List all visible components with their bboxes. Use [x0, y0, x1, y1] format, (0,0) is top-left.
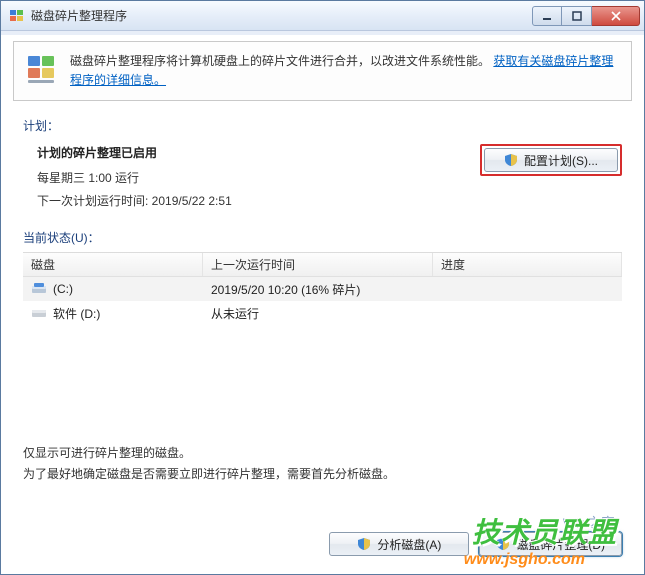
banner-description: 磁盘碎片整理程序将计算机硬盘上的碎片文件进行合并，以改进文件系统性能。 — [70, 54, 490, 68]
info-banner: 磁盘碎片整理程序将计算机硬盘上的碎片文件进行合并，以改进文件系统性能。 获取有关… — [13, 41, 632, 101]
footer-buttons: 分析磁盘(A) 磁盘碎片整理(D) — [1, 522, 644, 574]
window-frame: 磁盘碎片整理程序 磁盘碎片整理程序将计算机硬盘上的碎片文件进 — [0, 0, 645, 575]
defragment-disk-button[interactable]: 磁盘碎片整理(D) — [479, 532, 622, 556]
titlebar-shadow — [1, 31, 644, 35]
shield-icon — [357, 537, 371, 551]
table-row[interactable]: (C:) 2019/5/20 10:20 (16% 碎片) — [23, 277, 622, 301]
cell-lastrun: 从未运行 — [203, 305, 433, 322]
cell-disk-label: 软件 (D:) — [53, 305, 100, 322]
app-icon — [9, 8, 25, 24]
col-header-lastrun[interactable]: 上一次运行时间 — [203, 253, 433, 276]
defragment-disk-label: 磁盘碎片整理(D) — [516, 536, 605, 553]
disk-table: 磁盘 上一次运行时间 进度 (C:) 2019/5/20 10:20 (16% … — [23, 252, 622, 435]
cell-disk-label: (C:) — [53, 282, 73, 296]
close-button[interactable] — [592, 6, 640, 26]
configure-schedule-label: 配置计划(S)... — [524, 152, 598, 169]
cell-lastrun: 2019/5/20 10:20 (16% 碎片) — [203, 281, 433, 298]
hint-line1: 仅显示可进行碎片整理的磁盘。 — [23, 443, 622, 463]
plan-row: 计划的碎片整理已启用 每星期三 1:00 运行 下一次计划运行时间: 2019/… — [23, 144, 622, 215]
table-row[interactable]: 软件 (D:) 从未运行 — [23, 301, 622, 325]
status-section-label: 当前状态(U)： — [23, 229, 622, 246]
content-area: 计划： 计划的碎片整理已启用 每星期三 1:00 运行 下一次计划运行时间: 2… — [1, 111, 644, 522]
analyze-disk-button[interactable]: 分析磁盘(A) — [329, 532, 469, 556]
plan-status-title: 计划的碎片整理已启用 — [23, 144, 480, 161]
titlebar: 磁盘碎片整理程序 — [1, 1, 644, 31]
table-empty-space — [23, 325, 622, 435]
plan-next-run: 下一次计划运行时间: 2019/5/22 2:51 — [23, 192, 480, 209]
config-button-highlight: 配置计划(S)... — [480, 144, 622, 176]
plan-schedule: 每星期三 1:00 运行 — [23, 169, 480, 186]
table-body: (C:) 2019/5/20 10:20 (16% 碎片) 软件 (D:) 从未… — [23, 277, 622, 325]
table-header: 磁盘 上一次运行时间 进度 — [23, 253, 622, 277]
configure-schedule-button[interactable]: 配置计划(S)... — [484, 148, 618, 172]
shield-icon — [496, 537, 510, 551]
analyze-disk-label: 分析磁盘(A) — [377, 536, 441, 553]
col-header-disk[interactable]: 磁盘 — [23, 253, 203, 276]
window-controls — [532, 6, 640, 26]
hint-text: 仅显示可进行碎片整理的磁盘。 为了最好地确定磁盘是否需要立即进行碎片整理，需要首… — [23, 443, 622, 484]
banner-text: 磁盘碎片整理程序将计算机硬盘上的碎片文件进行合并，以改进文件系统性能。 获取有关… — [70, 52, 619, 90]
hint-line2: 为了最好地确定磁盘是否需要立即进行碎片整理，需要首先分析磁盘。 — [23, 464, 622, 484]
cell-disk: (C:) — [23, 281, 203, 297]
plan-info: 计划的碎片整理已启用 每星期三 1:00 运行 下一次计划运行时间: 2019/… — [23, 144, 480, 215]
plan-section-label: 计划： — [23, 117, 622, 134]
window-title: 磁盘碎片整理程序 — [31, 7, 532, 24]
minimize-button[interactable] — [532, 6, 562, 26]
cell-disk: 软件 (D:) — [23, 305, 203, 322]
drive-c-icon — [31, 281, 47, 297]
col-header-progress[interactable]: 进度 — [433, 253, 622, 276]
shield-icon — [504, 153, 518, 167]
drive-d-icon — [31, 305, 47, 321]
maximize-button[interactable] — [562, 6, 592, 26]
defrag-icon — [26, 52, 60, 86]
